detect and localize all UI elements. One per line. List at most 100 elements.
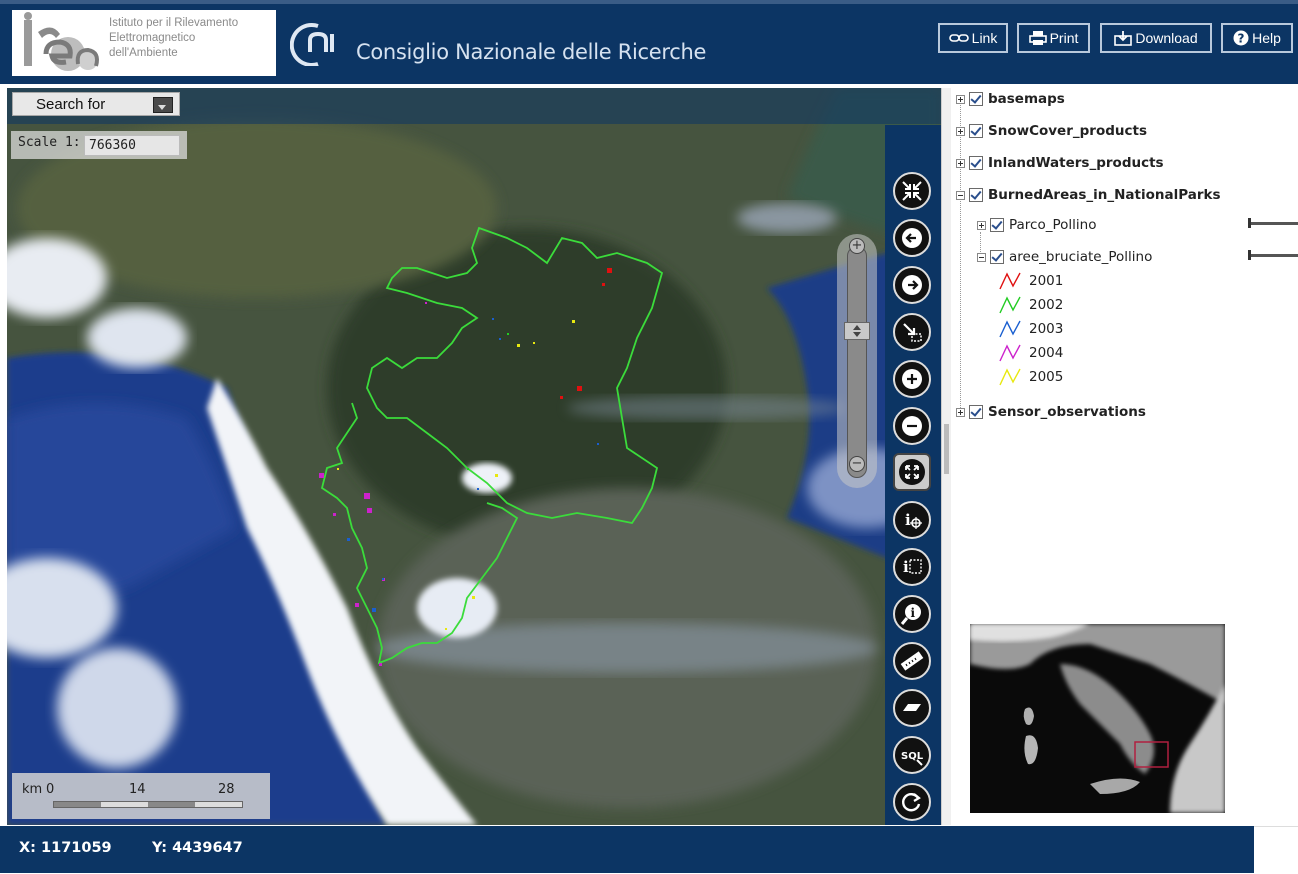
burned-area-patch	[355, 603, 359, 607]
printer-icon	[1028, 31, 1047, 45]
scale-bar-tick: 0	[46, 782, 55, 797]
collapse-icon[interactable]	[977, 252, 986, 262]
scale-panel: Scale 1: 766360	[11, 131, 187, 159]
expand-icon[interactable]	[956, 94, 965, 104]
expand-icon[interactable]	[977, 220, 986, 230]
layer-checkbox[interactable]	[990, 250, 1004, 264]
opacity-slider-knob[interactable]	[1248, 218, 1251, 228]
burned-area-patch	[597, 443, 599, 445]
refresh-icon[interactable]	[893, 783, 931, 821]
burned-area-patch	[477, 488, 479, 490]
layer-checkbox[interactable]	[969, 124, 983, 138]
link-button[interactable]: Link	[938, 23, 1008, 53]
full-extent-icon[interactable]	[893, 453, 931, 491]
layer-checkbox[interactable]	[990, 218, 1004, 232]
status-bar: X: 1171059 Y: 4439647	[0, 826, 1254, 873]
sql-query-icon[interactable]: SQL	[893, 736, 931, 774]
status-bar-end	[1254, 826, 1298, 874]
zoom-in-icon[interactable]	[893, 360, 931, 398]
layer-group-inlandwaters[interactable]: InlandWaters_products	[956, 153, 1164, 173]
burned-area-patch	[333, 513, 336, 516]
pan-right-icon[interactable]	[893, 266, 931, 304]
layer-label: SnowCover_products	[988, 123, 1147, 139]
search-for-dropdown[interactable]: Search for	[12, 92, 180, 116]
irea-name: Istituto per il Rilevamento Elettromagne…	[109, 16, 238, 61]
identify-point-icon[interactable]: i	[893, 501, 931, 539]
x-coordinate: X: 1171059	[19, 840, 112, 856]
scale-input[interactable]: 766360	[84, 135, 180, 156]
help-icon: ?	[1233, 30, 1249, 46]
collapse-icon[interactable]	[956, 190, 965, 200]
irea-logo-panel: Istituto per il Rilevamento Elettromagne…	[12, 10, 276, 76]
zoom-slider-track[interactable]	[847, 246, 867, 478]
org-name: Consiglio Nazionale delle Ricerche	[356, 40, 707, 64]
svg-text:?: ?	[1238, 32, 1245, 46]
chevron-down-icon[interactable]	[153, 97, 173, 113]
burned-area-patch	[337, 468, 339, 470]
download-label: Download	[1135, 30, 1198, 46]
layer-checkbox[interactable]	[969, 405, 983, 419]
help-button[interactable]: ? Help	[1221, 23, 1293, 53]
pan-left-icon[interactable]	[893, 219, 931, 257]
legend-item-2005: 2005	[999, 368, 1063, 386]
layer-aree-bruciate[interactable]: aree_bruciate_Pollino	[977, 247, 1152, 267]
print-button[interactable]: Print	[1017, 23, 1090, 53]
zoom-out-small-icon[interactable]: −	[849, 456, 865, 472]
opacity-slider[interactable]	[1248, 218, 1298, 228]
burned-area-patch	[499, 338, 501, 340]
legend-year-label: 2003	[1029, 321, 1064, 337]
irea-logo	[24, 12, 99, 71]
irea-line-1: Istituto per il Rilevamento	[109, 17, 239, 29]
legend-year-label: 2001	[1029, 273, 1064, 289]
download-button[interactable]: Download	[1100, 23, 1212, 53]
legend-year-label: 2002	[1029, 297, 1064, 313]
layer-checkbox[interactable]	[969, 156, 983, 170]
layer-label: Sensor_observations	[988, 404, 1146, 420]
map-toolbar: i i i SQL	[885, 125, 941, 825]
layer-checkbox[interactable]	[969, 188, 983, 202]
overview-map[interactable]	[970, 624, 1225, 813]
layer-group-snowcover[interactable]: SnowCover_products	[956, 121, 1147, 141]
zoom-to-box-icon[interactable]	[893, 313, 931, 351]
expand-icon[interactable]	[956, 158, 965, 168]
burned-area-patch	[533, 342, 535, 344]
zoom-full-extent-icon[interactable]	[893, 172, 931, 210]
opacity-slider-knob[interactable]	[1248, 250, 1251, 260]
tree-guide-line	[960, 102, 961, 414]
overview-image	[970, 624, 1225, 813]
burned-area-patch	[347, 538, 350, 541]
layer-group-burnedareas[interactable]: BurnedAreas_in_NationalParks	[956, 185, 1221, 205]
svg-text:SQL: SQL	[901, 751, 924, 762]
link-icon	[948, 34, 969, 42]
zoom-in-small-icon[interactable]: +	[849, 238, 865, 254]
splitter-grip[interactable]	[944, 424, 949, 474]
legend-year-label: 2005	[1029, 369, 1064, 385]
opacity-slider[interactable]	[1248, 250, 1298, 260]
measure-ruler-icon[interactable]	[893, 642, 931, 680]
cnr-logo	[290, 23, 334, 66]
layer-group-basemaps[interactable]: basemaps	[956, 89, 1065, 109]
layer-checkbox[interactable]	[969, 92, 983, 106]
help-label: Help	[1252, 30, 1281, 46]
map-view[interactable]: Search for Scale 1: 766360 km 0 14 28 + …	[7, 88, 941, 825]
legend-item-2002: 2002	[999, 296, 1063, 314]
legend-line-icon	[999, 344, 1021, 362]
search-info-icon[interactable]: i	[893, 595, 931, 633]
satellite-image	[7, 88, 941, 825]
svg-text:i: i	[905, 511, 911, 529]
layer-parco-pollino[interactable]: Parco_Pollino	[977, 215, 1096, 235]
measure-area-icon[interactable]	[893, 689, 931, 727]
zoom-slider-handle[interactable]	[844, 322, 870, 340]
zoom-slider[interactable]: + −	[837, 234, 877, 488]
link-label: Link	[971, 30, 998, 46]
scale-bar-tick: 14	[129, 782, 146, 797]
expand-icon[interactable]	[956, 126, 965, 136]
layer-group-sensor[interactable]: Sensor_observations	[956, 402, 1146, 422]
identify-box-icon[interactable]: i	[893, 548, 931, 586]
legend-item-2004: 2004	[999, 344, 1063, 362]
burned-area-patch	[445, 628, 447, 630]
expand-icon[interactable]	[956, 407, 965, 417]
zoom-out-icon[interactable]	[893, 407, 931, 445]
burned-area-patch	[492, 318, 494, 320]
header-top-line	[0, 0, 1298, 4]
